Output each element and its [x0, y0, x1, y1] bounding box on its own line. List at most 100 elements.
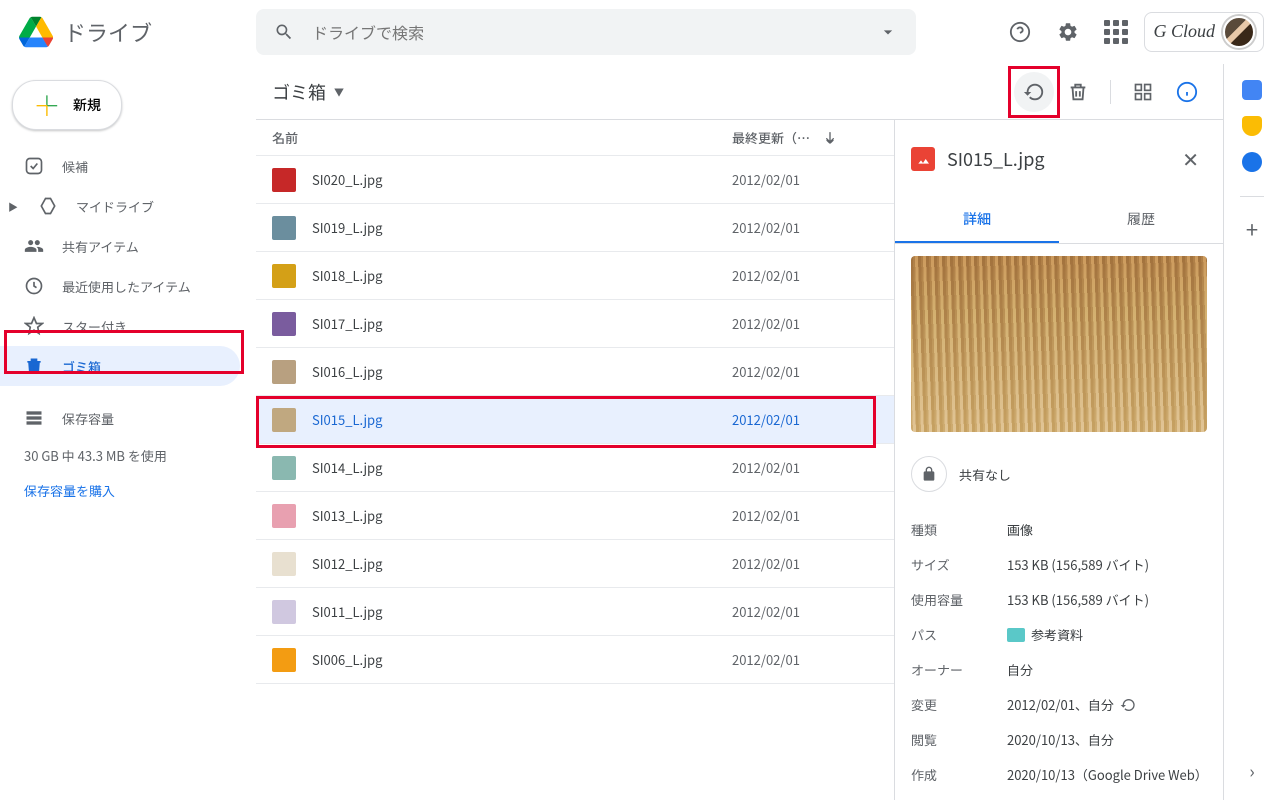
file-thumbnail [272, 504, 296, 528]
apps-icon[interactable] [1096, 12, 1136, 52]
sidebar-item-label: ゴミ箱 [62, 357, 101, 376]
star-icon [24, 316, 44, 336]
check-icon [24, 156, 44, 176]
sidebar-item-recent[interactable]: 最近使用したアイテム [0, 266, 240, 306]
file-thumbnail [272, 216, 296, 240]
sidebar-item-label: 共有アイテム [62, 237, 139, 256]
sidebar-item-trash[interactable]: ゴミ箱 [0, 346, 240, 386]
meta-label: 作成 [911, 765, 1007, 784]
chevron-right-icon[interactable]: ▶ [8, 199, 20, 214]
file-row[interactable]: SI016_L.jpg2012/02/01 [256, 348, 894, 396]
meta-row: 種類画像 [911, 512, 1207, 547]
add-app-button[interactable]: + [1246, 213, 1258, 245]
calendar-app-icon[interactable] [1242, 80, 1262, 100]
search-icon[interactable] [264, 12, 304, 52]
search-dropdown-icon[interactable] [868, 12, 908, 52]
sidebar-item-storage[interactable]: 保存容量 [0, 398, 240, 438]
file-thumbnail [272, 600, 296, 624]
main: ゴミ箱 ▼ 名前 [256, 64, 1224, 800]
search-bar[interactable] [256, 9, 916, 55]
file-row[interactable]: SI011_L.jpg2012/02/01 [256, 588, 894, 636]
file-date: 2012/02/01 [732, 314, 800, 333]
file-row[interactable]: SI020_L.jpg2012/02/01 [256, 156, 894, 204]
file-row[interactable]: SI017_L.jpg2012/02/01 [256, 300, 894, 348]
column-headers: 名前 最終更新（… [256, 120, 894, 156]
metadata: 種類画像サイズ153 KB (156,589 バイト)使用容量153 KB (1… [895, 504, 1223, 800]
meta-label: パス [911, 625, 1007, 644]
file-row[interactable]: SI006_L.jpg2012/02/01 [256, 636, 894, 684]
storage-usage-text: 30 GB 中 43.3 MB を使用 [0, 438, 256, 473]
file-row[interactable]: SI018_L.jpg2012/02/01 [256, 252, 894, 300]
sidebar-item-mydrive[interactable]: ▶ マイドライブ [0, 186, 240, 226]
file-row[interactable]: SI013_L.jpg2012/02/01 [256, 492, 894, 540]
delete-forever-button[interactable] [1058, 72, 1098, 112]
file-name: SI020_L.jpg [312, 170, 732, 189]
meta-row: オーナー自分 [911, 652, 1207, 687]
file-name: SI006_L.jpg [312, 650, 732, 669]
meta-row: 作成2020/10/13（Google Drive Web） [911, 757, 1207, 792]
chevron-down-icon: ▼ [334, 84, 344, 99]
file-row[interactable]: SI014_L.jpg2012/02/01 [256, 444, 894, 492]
account-chip[interactable]: G Cloud [1144, 12, 1264, 52]
sidebar-item-shared[interactable]: 共有アイテム [0, 226, 240, 266]
sidebar-item-starred[interactable]: スター付き [0, 306, 240, 346]
file-name: SI014_L.jpg [312, 458, 732, 477]
keep-app-icon[interactable] [1242, 116, 1262, 136]
restore-button[interactable] [1014, 72, 1054, 112]
toolbar-separator [1110, 80, 1111, 104]
rail-separator [1240, 196, 1264, 197]
tasks-app-icon[interactable] [1242, 152, 1262, 172]
meta-value: 153 KB (156,589 バイト) [1007, 590, 1207, 609]
sidebar-item-label: スター付き [62, 317, 127, 336]
file-name: SI019_L.jpg [312, 218, 732, 237]
file-list: 名前 最終更新（… SI020_L.jpg2012/02/01SI019_L.j… [256, 120, 895, 800]
file-name: SI016_L.jpg [312, 362, 732, 381]
help-icon[interactable] [1000, 12, 1040, 52]
chevron-right-icon[interactable]: › [1249, 758, 1254, 784]
view-grid-button[interactable] [1123, 72, 1163, 112]
meta-row: 閲覧2020/10/13、自分 [911, 722, 1207, 757]
sidebar-item-label: 最近使用したアイテム [62, 277, 191, 296]
meta-label: 閲覧 [911, 730, 1007, 749]
avatar[interactable] [1223, 16, 1255, 48]
file-date: 2012/02/01 [732, 554, 800, 573]
file-thumbnail [272, 168, 296, 192]
column-modified[interactable]: 最終更新（… [732, 128, 878, 147]
search-input[interactable] [304, 20, 868, 44]
tab-details[interactable]: 詳細 [895, 197, 1059, 243]
people-icon [24, 236, 44, 256]
file-row[interactable]: SI015_L.jpg2012/02/01 [256, 396, 894, 444]
sidebar-item-priority[interactable]: 候補 [0, 146, 240, 186]
close-icon[interactable]: ✕ [1174, 136, 1207, 181]
settings-icon[interactable] [1048, 12, 1088, 52]
breadcrumb[interactable]: ゴミ箱 ▼ [272, 79, 344, 105]
file-name: SI015_L.jpg [312, 410, 732, 429]
info-button[interactable] [1167, 72, 1207, 112]
toolbar: ゴミ箱 ▼ [256, 64, 1223, 120]
file-date: 2012/02/01 [732, 218, 800, 237]
buy-storage-link[interactable]: 保存容量を購入 [0, 473, 256, 508]
app-name: ドライブ [64, 16, 152, 48]
file-date: 2012/02/01 [732, 506, 800, 525]
meta-label: 種類 [911, 520, 1007, 539]
file-row[interactable]: SI012_L.jpg2012/02/01 [256, 540, 894, 588]
right-rail: + › [1224, 64, 1280, 800]
meta-label: サイズ [911, 555, 1007, 574]
file-date: 2012/02/01 [732, 602, 800, 621]
tab-history[interactable]: 履歴 [1059, 197, 1223, 243]
file-preview [911, 256, 1207, 432]
meta-row: サイズ153 KB (156,589 バイト) [911, 547, 1207, 582]
history-icon[interactable] [1120, 697, 1136, 713]
new-button[interactable]: ＋ 新規 [12, 80, 122, 130]
details-title: SI015_L.jpg [947, 146, 1162, 172]
file-row[interactable]: SI019_L.jpg2012/02/01 [256, 204, 894, 252]
column-name[interactable]: 名前 [272, 128, 732, 147]
file-name: SI012_L.jpg [312, 554, 732, 573]
image-type-icon [911, 147, 935, 171]
meta-value: 2020/10/13（Google Drive Web） [1007, 765, 1207, 784]
sidebar-item-label: マイドライブ [76, 197, 154, 216]
file-date: 2012/02/01 [732, 410, 800, 429]
file-thumbnail [272, 456, 296, 480]
meta-value: 参考資料 [1007, 625, 1207, 644]
file-name: SI017_L.jpg [312, 314, 732, 333]
